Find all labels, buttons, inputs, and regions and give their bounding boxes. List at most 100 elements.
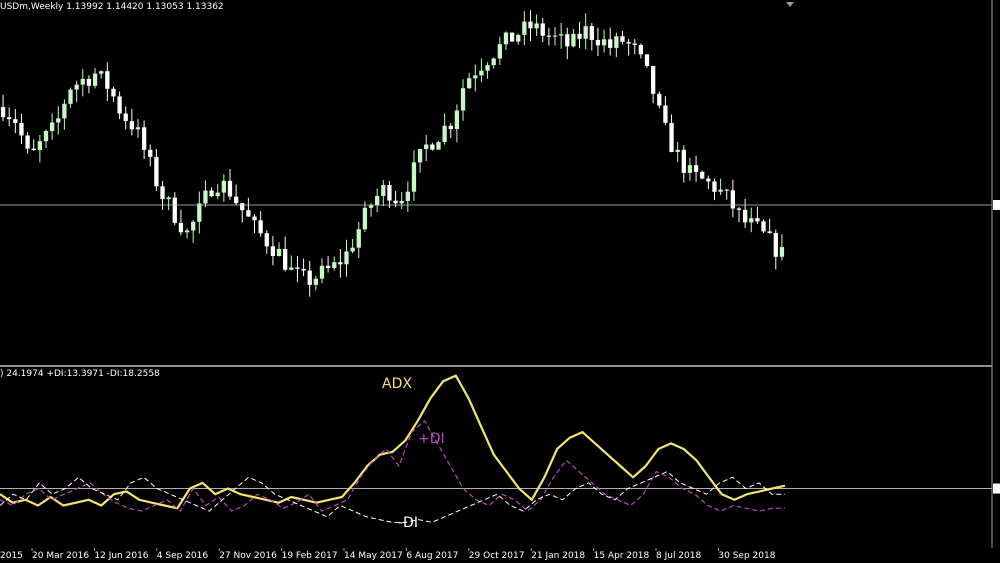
price-chart-title: USDm,Weekly 1.13992 1.14420 1.13053 1.13… — [0, 2, 224, 12]
candle-body — [675, 149, 680, 152]
candle-body — [381, 184, 386, 196]
candle-body — [62, 103, 67, 119]
x-axis: 2015 20 Mar 2016 12 Jun 2016 4 Sep 2016 27 N… — [0, 548, 776, 561]
candle-body — [411, 162, 417, 192]
candle-body — [626, 41, 631, 44]
shift-marker-icon — [786, 2, 794, 7]
candle-body — [123, 113, 128, 122]
candle-body — [516, 34, 521, 42]
candle-body — [13, 119, 18, 123]
candle-body — [166, 197, 171, 200]
candle-body — [436, 141, 441, 150]
candle-body — [454, 110, 460, 130]
candle-body — [154, 156, 159, 187]
candle-body — [528, 21, 533, 29]
candle-body — [509, 32, 515, 42]
candle-body — [227, 180, 233, 197]
x-tick-label: 30 Sep 2018 — [718, 551, 775, 561]
candle-body — [172, 197, 177, 223]
candle-body — [479, 70, 484, 76]
candle-body — [712, 181, 717, 192]
candle-body — [74, 84, 79, 90]
candle-body — [589, 26, 594, 40]
candle-body — [749, 218, 754, 223]
candle-body — [99, 71, 104, 74]
x-tick-label: 19 Feb 2017 — [282, 551, 338, 561]
candle-body — [80, 78, 85, 85]
candle-body — [264, 233, 269, 247]
x-tick-label: 15 Apr 2018 — [594, 551, 650, 561]
candle-body — [209, 190, 214, 197]
candle-body — [595, 39, 601, 46]
candle-body — [742, 209, 748, 223]
candle-body — [148, 149, 153, 157]
candle-body — [773, 233, 778, 257]
candle-body — [571, 33, 576, 47]
candle-body — [387, 184, 392, 201]
candle-body — [485, 65, 490, 71]
candle-body — [246, 210, 251, 217]
candle-body — [706, 178, 711, 182]
candle-body — [252, 216, 257, 221]
candle-body — [546, 35, 552, 37]
candle-body — [700, 171, 705, 179]
candle-body — [724, 189, 729, 191]
price-panel — [0, 10, 1000, 297]
candle-body — [184, 230, 190, 233]
candle-body — [25, 135, 30, 149]
minus-di-line — [0, 471, 785, 523]
candle-body — [375, 195, 380, 206]
price-marker — [993, 200, 1000, 210]
candle-body — [240, 203, 245, 211]
candle-body — [49, 122, 55, 132]
candle-body — [43, 131, 49, 142]
candle-body — [37, 141, 43, 151]
candle-body — [657, 93, 662, 106]
x-tick-label: 6 Aug 2017 — [406, 551, 458, 561]
candle-body — [92, 73, 98, 86]
candle-body — [307, 270, 312, 285]
minus-di-annotation: -DI — [398, 515, 418, 531]
candle-body — [178, 222, 184, 233]
candle-body — [111, 88, 116, 97]
candle-body — [644, 54, 650, 66]
candle-body — [86, 78, 92, 86]
candle-body — [601, 39, 607, 46]
candle-body — [522, 21, 527, 35]
candle-body — [160, 186, 165, 200]
candle-body — [534, 23, 539, 29]
candle-body — [295, 267, 300, 269]
candle-body — [405, 191, 410, 201]
candle-body — [368, 205, 374, 208]
candle-body — [105, 71, 110, 89]
candle-body — [620, 36, 625, 42]
chart-canvas: 2015 20 Mar 2016 12 Jun 2016 4 Sep 2016 27 N… — [0, 0, 1000, 561]
x-tick-label: 2015 — [0, 551, 23, 561]
candle-body — [258, 220, 263, 234]
candle-body — [767, 231, 772, 234]
candle-body — [497, 44, 502, 59]
level-marker — [993, 483, 1000, 494]
candle-body — [289, 267, 294, 270]
candle-body — [325, 265, 331, 268]
adx-panel — [0, 374, 1000, 523]
candle-body — [730, 190, 736, 209]
candle-body — [68, 89, 73, 104]
candle-body — [632, 43, 637, 46]
candle-body — [761, 221, 766, 232]
candle-body — [650, 65, 656, 94]
candle-body — [473, 75, 478, 79]
candle-body — [31, 148, 36, 151]
candle-body — [332, 262, 337, 268]
candle-body — [552, 35, 558, 37]
candle-body — [221, 180, 226, 193]
candle-body — [503, 32, 509, 45]
adx-annotation: ADX — [382, 376, 412, 392]
candle-body — [430, 144, 435, 150]
candle-body — [313, 278, 318, 285]
candle-body — [362, 207, 368, 230]
candle-body — [442, 125, 447, 142]
candle-body — [399, 200, 404, 204]
candle-body — [755, 218, 760, 222]
x-tick-label: 8 Jul 2018 — [656, 551, 701, 561]
